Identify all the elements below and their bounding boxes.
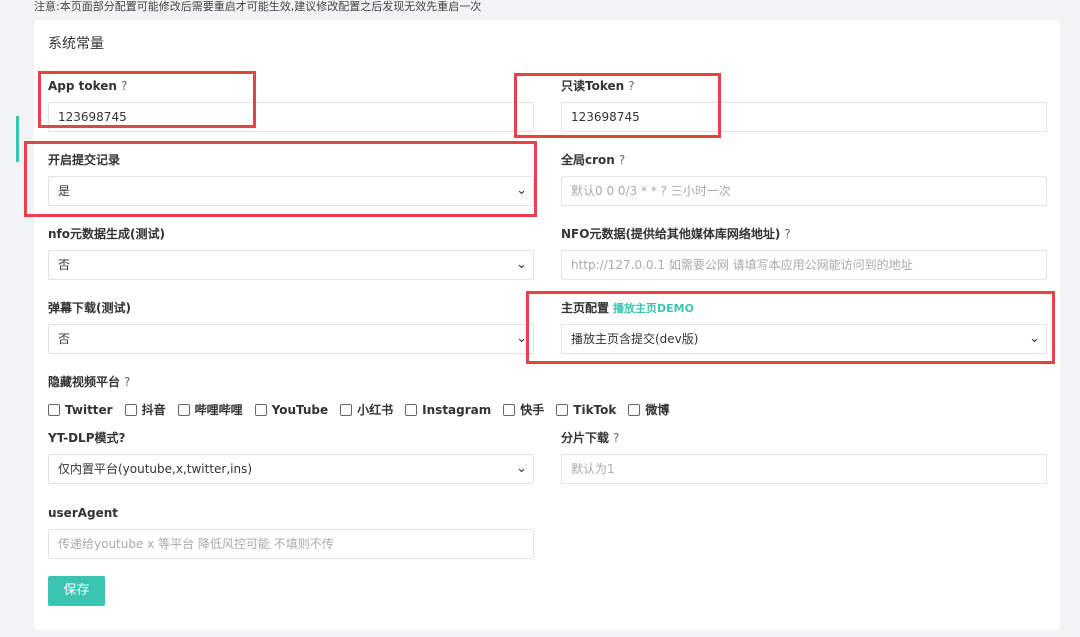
user-agent-field: userAgent 传递给youtube x 等平台 降低风控可能 不填则不传 [48, 505, 534, 559]
notice-text: 注意:本页面部分配置可能修改后需要重启才可能生效,建议修改配置之后发现无效先重启… [34, 0, 482, 13]
checkbox-icon[interactable] [254, 403, 267, 416]
help-icon[interactable]: ? [784, 227, 790, 241]
checkbox-icon[interactable] [177, 403, 190, 416]
home-config-select[interactable]: 播放主页含提交(dev版) ⌄ [561, 324, 1047, 354]
platform-checkbox[interactable]: TikTok [556, 401, 616, 418]
checkbox-icon[interactable] [503, 403, 516, 416]
user-agent-label: userAgent [48, 506, 119, 520]
home-config-field: 主页配置 播放主页DEMO 播放主页含提交(dev版) ⌄ [561, 300, 1047, 354]
danmaku-label: 弹幕下载(测试) [48, 301, 131, 315]
ytdlp-mode-field: YT-DLP模式? 仅内置平台(youtube,x,twitter,ins) ⌄ [48, 430, 534, 484]
help-icon[interactable]: ? [124, 375, 130, 389]
nfo-url-label: NFO元数据(提供给其他媒体库网络地址) [561, 227, 781, 241]
checkbox-icon[interactable] [48, 403, 60, 416]
readonly-token-input[interactable]: 123698745 [561, 102, 1047, 132]
section-title: 系统常量 [48, 36, 104, 52]
hidden-platforms-field: 隐藏视频平台? [48, 374, 130, 390]
app-token-field: App token? 123698745 [48, 78, 534, 132]
left-accent-bar [16, 116, 19, 162]
ytdlp-mode-label: YT-DLP模式? [48, 431, 126, 445]
danmaku-field: 弹幕下载(测试) 否 ⌄ [48, 300, 534, 354]
help-icon[interactable]: ? [121, 79, 127, 93]
app-token-input[interactable]: 123698745 [48, 102, 534, 132]
chunk-download-input[interactable]: 默认为1 [561, 454, 1047, 484]
help-icon[interactable]: ? [619, 153, 625, 167]
nfo-gen-select[interactable]: 否 ⌄ [48, 250, 534, 280]
platform-checkbox[interactable]: Instagram [405, 401, 491, 418]
hidden-platforms-label: 隐藏视频平台 [48, 375, 121, 389]
readonly-token-label: 只读Token [561, 79, 625, 93]
global-cron-field: 全局cron? 默认0 0 0/3 * * ? 三小时一次 [561, 152, 1047, 206]
settings-card: 系统常量 App token? 123698745 只读Token? 12369… [34, 20, 1060, 630]
home-config-label: 主页配置 [561, 301, 610, 315]
nfo-url-field: NFO元数据(提供给其他媒体库网络地址)? http://127.0.0.1 如… [561, 226, 1047, 280]
platform-checkbox[interactable]: Twitter [48, 401, 113, 418]
chunk-download-label: 分片下载 [561, 431, 610, 445]
global-cron-label: 全局cron [561, 153, 615, 167]
nfo-gen-field: nfo元数据生成(测试) 否 ⌄ [48, 226, 534, 280]
submit-log-label: 开启提交记录 [48, 153, 121, 167]
platform-checkbox[interactable]: 快手 [503, 401, 544, 418]
submit-log-select[interactable]: 是 ⌄ [48, 176, 534, 206]
chevron-down-icon: ⌄ [516, 461, 527, 476]
platform-checkbox[interactable]: 微博 [628, 401, 669, 418]
checkbox-icon[interactable] [124, 403, 137, 416]
checkbox-icon[interactable] [628, 403, 641, 416]
danmaku-select[interactable]: 否 ⌄ [48, 324, 534, 354]
app-token-label: App token [48, 79, 117, 93]
submit-log-field: 开启提交记录 是 ⌄ [48, 152, 534, 206]
platform-checkbox[interactable]: 哔哩哔哩 [177, 401, 243, 418]
nfo-gen-label: nfo元数据生成(测试) [48, 227, 165, 241]
global-cron-input[interactable]: 默认0 0 0/3 * * ? 三小时一次 [561, 176, 1047, 206]
chevron-down-icon: ⌄ [516, 257, 527, 272]
user-agent-input[interactable]: 传递给youtube x 等平台 降低风控可能 不填则不传 [48, 529, 534, 559]
demo-link[interactable]: 播放主页DEMO [613, 302, 694, 315]
save-button[interactable]: 保存 [48, 576, 105, 606]
help-icon[interactable]: ? [613, 431, 619, 445]
checkbox-icon[interactable] [340, 403, 353, 416]
checkbox-icon[interactable] [405, 403, 418, 416]
platform-checkbox[interactable]: 抖音 [124, 401, 166, 418]
chunk-download-field: 分片下载? 默认为1 [561, 430, 1047, 484]
platform-checkbox-list: Twitter 抖音 哔哩哔哩 YouTube 小红书 Instagram 快手… [48, 401, 681, 418]
ytdlp-mode-select[interactable]: 仅内置平台(youtube,x,twitter,ins) ⌄ [48, 454, 534, 484]
platform-checkbox[interactable]: 小红书 [340, 401, 393, 418]
nfo-url-input[interactable]: http://127.0.0.1 如需要公网 请填写本应用公网能访问到的地址 [561, 250, 1047, 280]
chevron-down-icon: ⌄ [516, 331, 527, 346]
checkbox-icon[interactable] [556, 403, 569, 416]
readonly-token-field: 只读Token? 123698745 [561, 78, 1047, 132]
platform-checkbox[interactable]: YouTube [254, 401, 328, 418]
chevron-down-icon: ⌄ [516, 183, 527, 198]
chevron-down-icon: ⌄ [1029, 331, 1040, 346]
help-icon[interactable]: ? [628, 79, 634, 93]
